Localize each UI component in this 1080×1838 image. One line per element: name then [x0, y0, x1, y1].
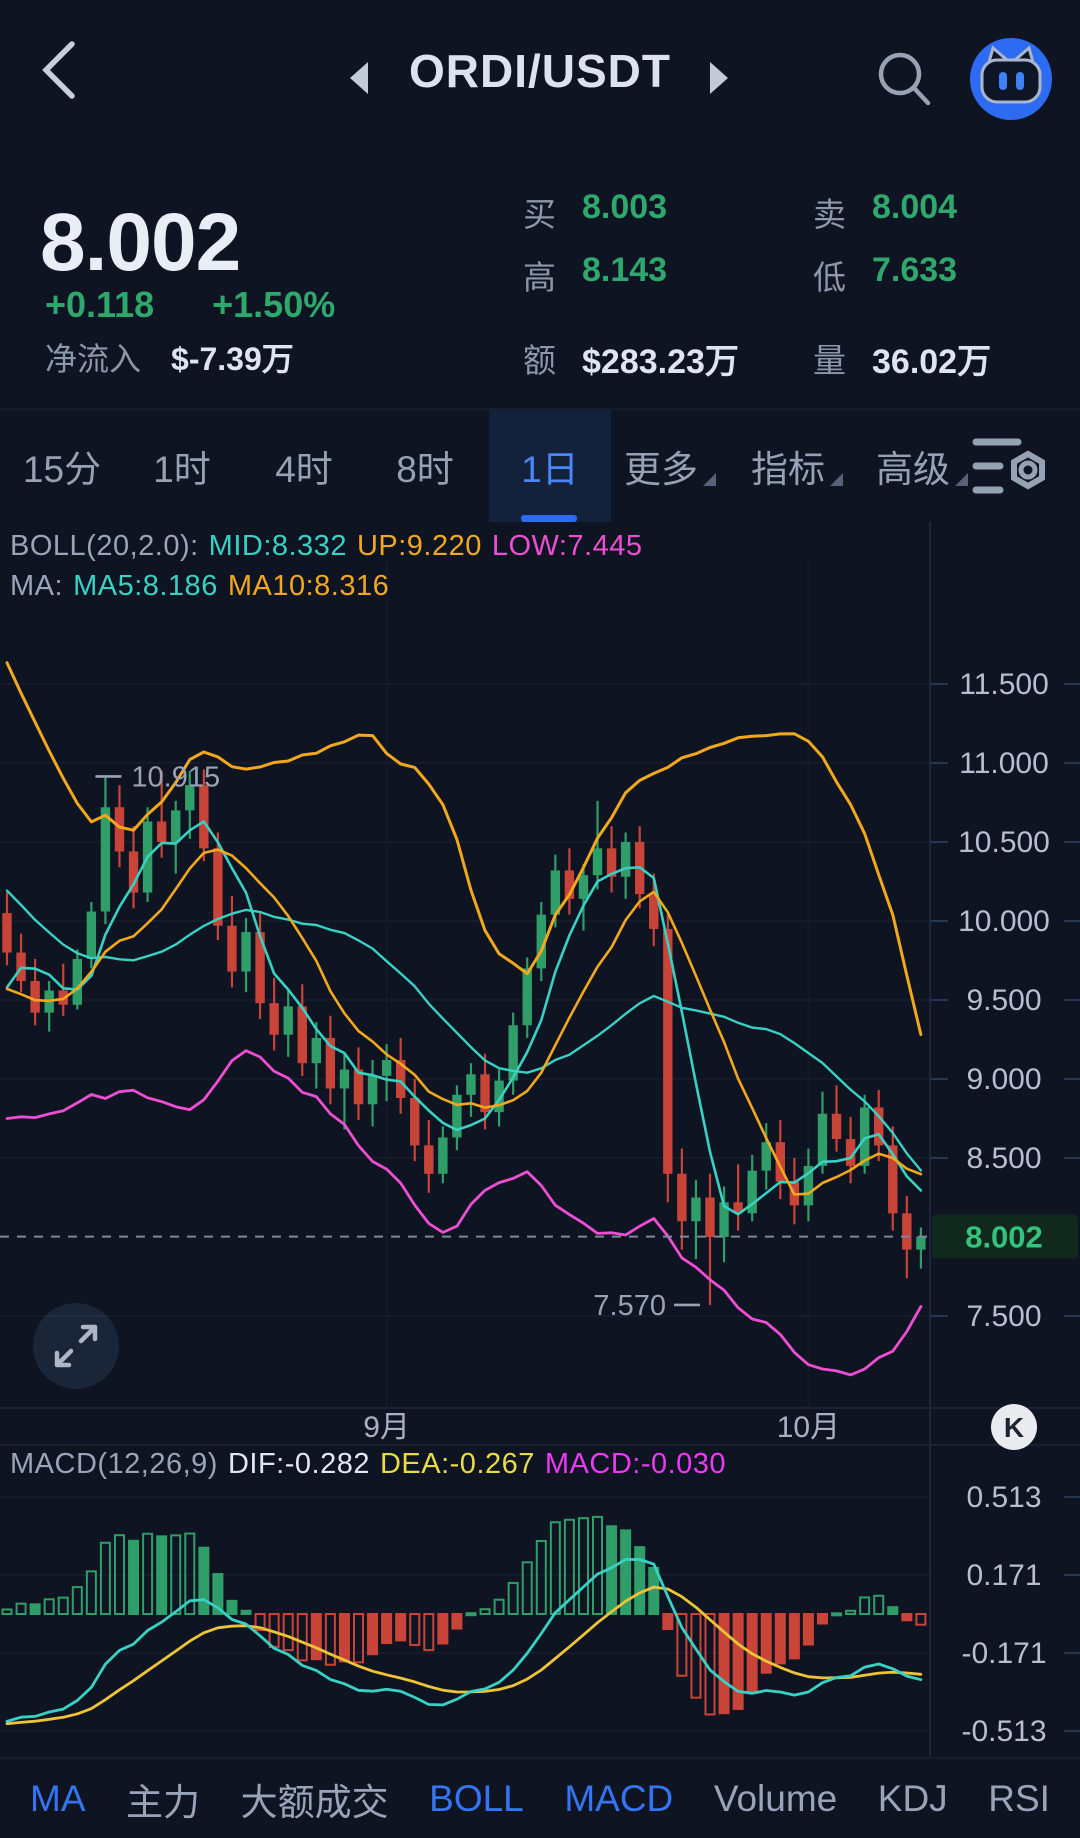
macd-header-segment: DEA:-0.267	[379, 1448, 535, 1480]
app-logo-icon[interactable]	[968, 36, 1054, 122]
ma-header-segment: MA5:8.186	[73, 570, 218, 602]
boll-header-segment: MID:8.332	[208, 530, 347, 562]
svg-text:-0.171: -0.171	[961, 1637, 1046, 1670]
next-pair-icon[interactable]	[706, 58, 732, 98]
svg-text:10.500: 10.500	[958, 826, 1050, 859]
svg-text:9.500: 9.500	[966, 984, 1041, 1017]
svg-text:10.915: 10.915	[131, 761, 220, 793]
price-change-pct: +1.50%	[212, 284, 336, 325]
search-icon[interactable]	[874, 48, 936, 110]
last-price: 8.002	[40, 197, 241, 288]
stat-ask: 卖 8.004	[813, 188, 958, 233]
prev-pair-icon[interactable]	[346, 58, 372, 98]
svg-text:9.000: 9.000	[966, 1063, 1041, 1096]
nav-item-MACD[interactable]: MACD	[564, 1778, 673, 1820]
svg-text:11.000: 11.000	[959, 747, 1049, 780]
boll-header-segment: LOW:7.445	[491, 530, 643, 562]
nav-item-RSI[interactable]: RSI	[988, 1778, 1050, 1820]
svg-text:9月: 9月	[363, 1411, 410, 1444]
macd-indicator-header: MACD(12,26,9) DIF:-0.282 DEA:-0.267 MACD:-0…	[10, 1448, 736, 1481]
macd-header-segment: MACD:-0.030	[544, 1448, 727, 1480]
tab-8时[interactable]: 8时	[396, 410, 454, 522]
indicator-nav: MA 主力 大额成交 BOLL MACD Volume KDJ RSI	[0, 1757, 1080, 1838]
svg-text:K: K	[1004, 1412, 1024, 1443]
macd-header-segment: DIF:-0.282	[227, 1448, 370, 1480]
nav-item-KDJ[interactable]: KDJ	[878, 1778, 948, 1820]
back-icon[interactable]	[32, 32, 88, 108]
tab-4时[interactable]: 4时	[275, 410, 333, 522]
dropdown-caret-icon	[703, 472, 716, 486]
svg-text:8.500: 8.500	[966, 1142, 1041, 1175]
svg-text:7.500: 7.500	[966, 1300, 1041, 1333]
nav-item-大额成交[interactable]: 大额成交	[241, 1772, 389, 1826]
svg-text:11.500: 11.500	[959, 668, 1049, 701]
page-title: ORDI/USDT	[409, 45, 671, 97]
stat-high: 高 8.143	[523, 251, 668, 296]
tab-15分[interactable]: 15分	[23, 410, 101, 522]
dropdown-caret-icon	[830, 472, 843, 486]
ma-header-segment: MA10:8.316	[227, 570, 390, 602]
netflow-label: 净流入	[45, 341, 142, 377]
dropdown-caret-icon	[955, 472, 968, 486]
trading-app: 11.500 11.000 10.500 10.000 9.500 9.000 8.500 7…	[0, 0, 1080, 1838]
tab-更多[interactable]: 更多	[624, 410, 716, 522]
nav-item-Volume[interactable]: Volume	[714, 1778, 837, 1820]
stat-bid: 买 8.003	[523, 188, 668, 233]
ma-header-segment: MA:	[10, 570, 64, 602]
stat-turnover: 额 $283.23万	[523, 342, 739, 381]
expand-arrows-icon	[54, 1324, 98, 1368]
nav-item-主力[interactable]: 主力	[126, 1772, 200, 1826]
chart-settings-icon[interactable]	[972, 428, 1050, 504]
boll-header-segment: UP:9.220	[356, 530, 482, 562]
boll-indicator-header: BOLL(20,2.0): MID:8.332 UP:9.220 LOW:7.445	[10, 530, 653, 563]
svg-text:10月: 10月	[777, 1411, 840, 1444]
tab-1日[interactable]: 1日	[489, 410, 611, 522]
annotation-layer: 10.915 7.570	[95, 761, 700, 1322]
tab-1时[interactable]: 1时	[153, 410, 211, 522]
expand-chart-button[interactable]	[33, 1303, 119, 1389]
k-interval-badge[interactable]: K	[991, 1404, 1037, 1450]
svg-text:0.513: 0.513	[966, 1481, 1041, 1514]
netflow-value: $-7.39万	[171, 341, 294, 377]
svg-text:-0.513: -0.513	[961, 1715, 1046, 1748]
tab-指标[interactable]: 指标	[751, 410, 843, 522]
netflow-row: 净流入 $-7.39万	[45, 334, 294, 380]
tab-高级[interactable]: 高级	[876, 410, 968, 522]
stat-low: 低 7.633	[813, 251, 958, 296]
stat-volume: 量 36.02万	[813, 342, 992, 381]
macd-histogram-layer	[1, 1515, 927, 1716]
macd-header-segment: MACD(12,26,9)	[10, 1448, 218, 1480]
ma-indicator-header: MA: MA5:8.186 MA10:8.316	[10, 570, 399, 603]
current-price-tag: 8.002	[965, 1220, 1043, 1255]
nav-item-MA[interactable]: MA	[30, 1778, 86, 1820]
svg-text:10.000: 10.000	[958, 905, 1050, 938]
price-change: +0.118	[45, 284, 155, 325]
svg-text:7.570: 7.570	[593, 1290, 666, 1322]
selected-tab-underline	[521, 515, 577, 522]
svg-text:0.171: 0.171	[966, 1559, 1041, 1592]
timeframe-tabbar: 15分 1时 4时 8时 1日 更多 指标 高级	[0, 408, 1080, 522]
boll-header-segment: BOLL(20,2.0):	[10, 530, 199, 562]
nav-item-BOLL[interactable]: BOLL	[429, 1778, 524, 1820]
price-change-row: +0.118 +1.50%	[45, 284, 335, 326]
